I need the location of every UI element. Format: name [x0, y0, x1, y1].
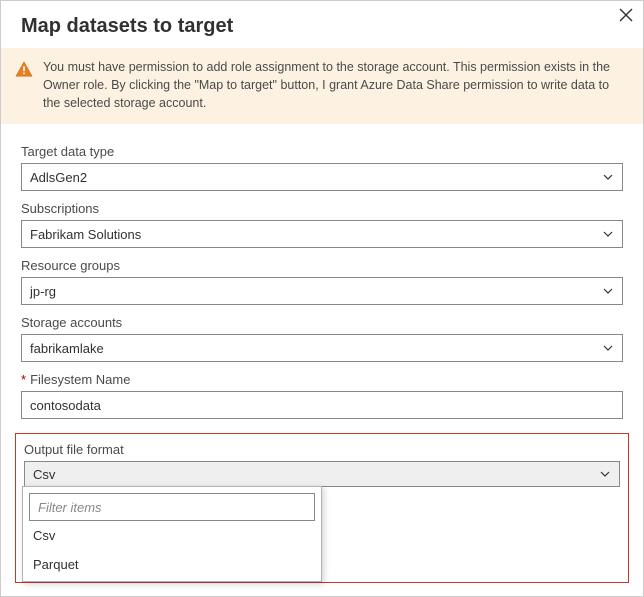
input-value: contosodata — [30, 398, 101, 413]
map-datasets-panel: Map datasets to target You must have per… — [0, 0, 644, 597]
field-label: Resource groups — [21, 258, 623, 273]
select-value: AdlsGen2 — [30, 170, 87, 185]
field-resource-groups: Resource groups jp-rg — [21, 258, 623, 305]
filter-items-input[interactable] — [29, 493, 315, 521]
chevron-down-icon — [602, 342, 614, 354]
field-storage-accounts: Storage accounts fabrikamlake — [21, 315, 623, 362]
subscriptions-select[interactable]: Fabrikam Solutions — [21, 220, 623, 248]
field-label: Target data type — [21, 144, 623, 159]
field-filesystem-name: * Filesystem Name contosodata — [21, 372, 623, 419]
field-subscriptions: Subscriptions Fabrikam Solutions — [21, 201, 623, 248]
warning-banner: You must have permission to add role ass… — [1, 48, 643, 124]
form-area: Target data type AdlsGen2 Subscriptions … — [1, 124, 643, 419]
output-format-dropdown: Csv Parquet — [22, 486, 322, 582]
select-value: jp-rg — [30, 284, 56, 299]
option-csv[interactable]: Csv — [29, 521, 315, 550]
required-star: * — [21, 372, 26, 387]
output-format-highlight: Output file format Csv Csv Parquet — [15, 433, 629, 583]
field-target-data-type: Target data type AdlsGen2 — [21, 144, 623, 191]
select-value: fabrikamlake — [30, 341, 104, 356]
chevron-down-icon — [602, 228, 614, 240]
field-label-text: Filesystem Name — [30, 372, 130, 387]
chevron-down-icon — [602, 171, 614, 183]
output-format-select[interactable]: Csv — [24, 461, 620, 487]
target-data-type-select[interactable]: AdlsGen2 — [21, 163, 623, 191]
warning-text: You must have permission to add role ass… — [43, 58, 623, 112]
field-label: * Filesystem Name — [21, 372, 623, 387]
chevron-down-icon — [602, 285, 614, 297]
resource-groups-select[interactable]: jp-rg — [21, 277, 623, 305]
chevron-down-icon — [599, 468, 611, 480]
close-icon[interactable] — [619, 7, 633, 25]
field-label: Subscriptions — [21, 201, 623, 216]
select-value: Csv — [33, 467, 55, 482]
field-label: Output file format — [24, 442, 622, 457]
warning-icon — [15, 60, 33, 78]
filesystem-name-input[interactable]: contosodata — [21, 391, 623, 419]
field-label: Storage accounts — [21, 315, 623, 330]
panel-title: Map datasets to target — [1, 1, 643, 48]
select-value: Fabrikam Solutions — [30, 227, 141, 242]
option-parquet[interactable]: Parquet — [29, 550, 315, 579]
storage-accounts-select[interactable]: fabrikamlake — [21, 334, 623, 362]
